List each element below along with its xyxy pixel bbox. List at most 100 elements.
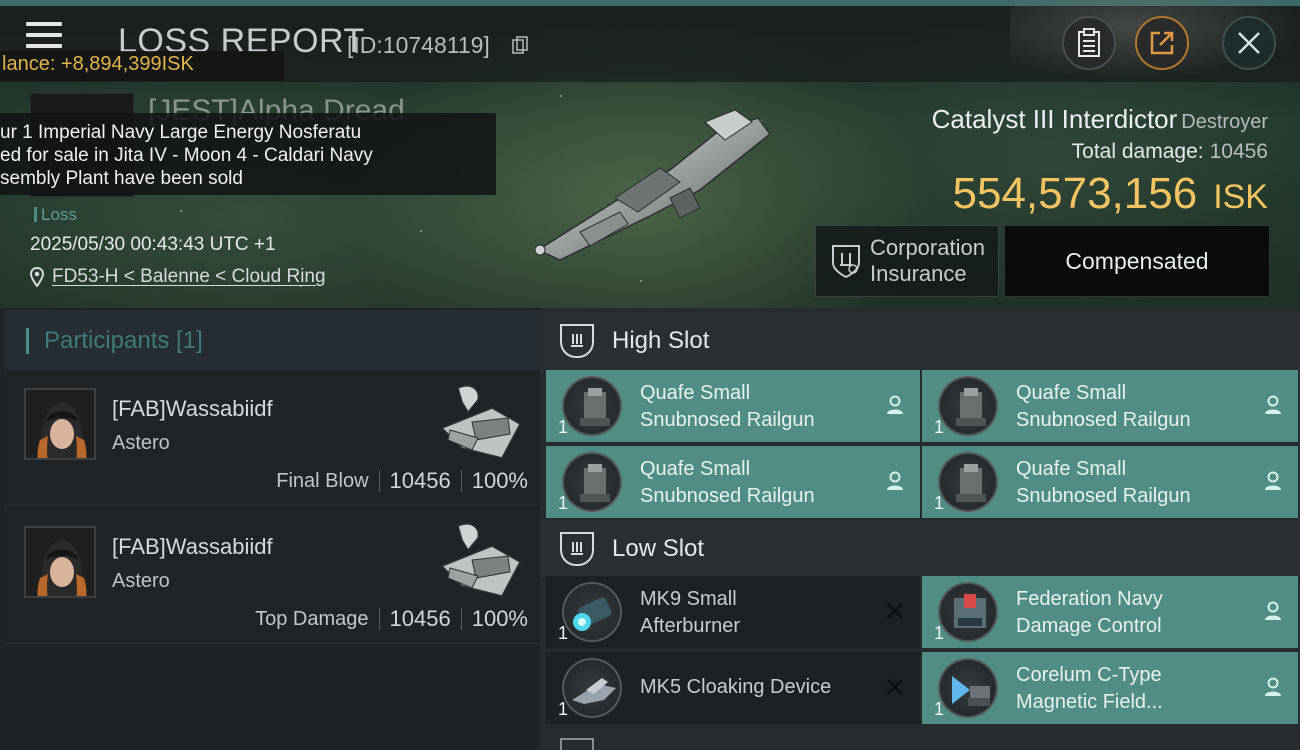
module-slot[interactable]: 1 Quafe Small Snubnosed Railgun — [922, 370, 1298, 442]
module-name: Quafe Small Snubnosed Railgun — [1016, 380, 1246, 434]
module-name: MK9 Small Afterburner — [640, 586, 870, 640]
close-icon — [1238, 32, 1260, 54]
participant-stats: Top Damage 10456 100% — [255, 606, 528, 632]
magnetic-field-stabilizer-icon — [938, 658, 998, 718]
isk-unit: ISK — [1213, 178, 1268, 216]
insurance-label-line1: Corporation — [870, 235, 985, 260]
participant-percent: 100% — [471, 606, 528, 631]
pilot-icon — [1265, 395, 1281, 414]
module-quantity: 1 — [558, 417, 569, 437]
stat-divider — [460, 470, 462, 492]
ship-render — [534, 109, 772, 261]
participant-ship-icon — [440, 523, 522, 597]
participant-percent: 100% — [471, 468, 528, 493]
ship-name: Catalyst III Interdictor Destroyer — [932, 104, 1268, 135]
participant-row[interactable]: [FAB]Wassabiidf Astero Final Blow 10456 … — [4, 370, 540, 506]
pilot-icon — [1265, 471, 1281, 490]
clipboard-icon — [1078, 28, 1100, 57]
corporation-insurance-button[interactable]: Corporation Insurance — [815, 225, 999, 297]
low-slot-icon — [560, 532, 594, 566]
pilot-portrait-icon — [26, 390, 94, 458]
participant-damage: 10456 — [389, 606, 451, 631]
notification-line: sembly Plant have been sold — [0, 168, 243, 189]
participant-damage: 10456 — [389, 468, 451, 493]
module-name-line2: Snubnosed Railgun — [640, 485, 815, 507]
stat-divider — [460, 608, 462, 630]
participant-avatar[interactable] — [24, 526, 96, 598]
share-button[interactable] — [1135, 16, 1189, 70]
destroyed-x-icon — [887, 679, 903, 695]
module-name-line2: Afterburner — [640, 615, 741, 637]
module-name-line1: Quafe Small — [1016, 382, 1127, 404]
pilot-icon — [1265, 677, 1281, 696]
high-slot-label: High Slot — [612, 327, 710, 354]
destroyed-x-icon — [887, 603, 903, 619]
module-name-line2: Snubnosed Railgun — [1016, 409, 1191, 431]
module-quantity: 1 — [934, 493, 945, 513]
isk-value-amount: 554,573,156 — [952, 169, 1198, 218]
module-name-line1: MK5 Cloaking Device — [640, 676, 832, 698]
module-quantity: 1 — [558, 699, 569, 719]
module-slot[interactable]: 1 MK5 Cloaking Device — [546, 652, 920, 724]
pilot-icon — [887, 395, 903, 414]
notification-line: ur 1 Imperial Navy Large Energy Nosferat… — [0, 122, 362, 143]
participant-ship: Astero — [112, 432, 170, 454]
ship-name-text: Catalyst III Interdictor — [931, 104, 1178, 134]
report-id: [ID:10748119] — [347, 32, 490, 58]
location-link[interactable]: FD53-H < Balenne < Cloud Ring — [52, 266, 326, 288]
module-name-line2: Snubnosed Railgun — [640, 409, 815, 431]
module-name-line1: Quafe Small — [640, 382, 751, 404]
afterburner-icon — [562, 582, 622, 642]
total-damage: Total damage: 10456 — [1072, 140, 1268, 164]
participant-name[interactable]: [FAB]Wassabiidf — [112, 396, 273, 422]
location-pin-icon — [30, 267, 44, 287]
module-slot[interactable]: 1 Quafe Small Snubnosed Railgun — [546, 446, 920, 518]
loss-location[interactable]: FD53-H < Balenne < Cloud Ring — [30, 266, 326, 288]
module-slot[interactable]: 1 MK9 Small Afterburner — [546, 576, 920, 648]
participants-title: Participants [1] — [44, 327, 203, 354]
module-quantity: 1 — [558, 493, 569, 513]
total-damage-label: Total damage: — [1071, 140, 1204, 163]
module-quantity: 1 — [934, 623, 945, 643]
stat-divider — [378, 470, 380, 492]
participant-role: Top Damage — [255, 607, 369, 630]
participant-name[interactable]: [FAB]Wassabiidf — [112, 534, 273, 560]
ship-class: Destroyer — [1181, 111, 1268, 133]
participant-avatar[interactable] — [24, 388, 96, 460]
stat-divider — [378, 608, 380, 630]
compensation-status: Compensated — [1004, 225, 1270, 297]
module-name-line1: Federation Navy — [1016, 588, 1163, 610]
loss-tag: Loss — [34, 205, 77, 225]
clipboard-button[interactable] — [1062, 16, 1116, 70]
railgun-icon — [562, 376, 622, 436]
loss-report-banner: LOSS REPORT [ID:10748119] lance: +8,894,… — [0, 0, 1300, 308]
participant-ship-icon — [440, 385, 522, 459]
pilot-portrait-icon — [26, 528, 94, 596]
participant-role: Final Blow — [276, 469, 369, 492]
low-slot-label: Low Slot — [612, 535, 705, 562]
hamburger-menu-icon[interactable] — [26, 22, 62, 50]
railgun-icon — [938, 452, 998, 512]
copy-icon[interactable] — [512, 36, 530, 54]
isk-value: 554,573,156 ISK — [953, 169, 1269, 219]
participant-ship: Astero — [112, 570, 170, 592]
railgun-icon — [562, 452, 622, 512]
module-slot[interactable]: 1 Quafe Small Snubnosed Railgun — [546, 370, 920, 442]
participant-stats: Final Blow 10456 100% — [276, 468, 528, 494]
close-button[interactable] — [1222, 16, 1276, 70]
participants-header-marker — [26, 328, 29, 354]
next-slot-icon-peek — [560, 738, 594, 750]
insurance-label: Corporation Insurance — [870, 235, 985, 287]
module-quantity: 1 — [934, 417, 945, 437]
module-slot[interactable]: 1 Corelum C-Type Magnetic Field... — [922, 652, 1298, 724]
insurance-label-line2: Insurance — [870, 261, 967, 286]
module-quantity: 1 — [558, 623, 569, 643]
module-slot[interactable]: 1 Quafe Small Snubnosed Railgun — [922, 446, 1298, 518]
module-quantity: 1 — [934, 699, 945, 719]
pilot-icon — [887, 471, 903, 490]
participant-row[interactable]: [FAB]Wassabiidf Astero Top Damage 10456 … — [4, 508, 540, 644]
module-name: Quafe Small Snubnosed Railgun — [1016, 456, 1246, 510]
module-name-line2: Snubnosed Railgun — [1016, 485, 1191, 507]
module-slot[interactable]: 1 Federation Navy Damage Control — [922, 576, 1298, 648]
participants-header: Participants [1] — [4, 310, 540, 370]
